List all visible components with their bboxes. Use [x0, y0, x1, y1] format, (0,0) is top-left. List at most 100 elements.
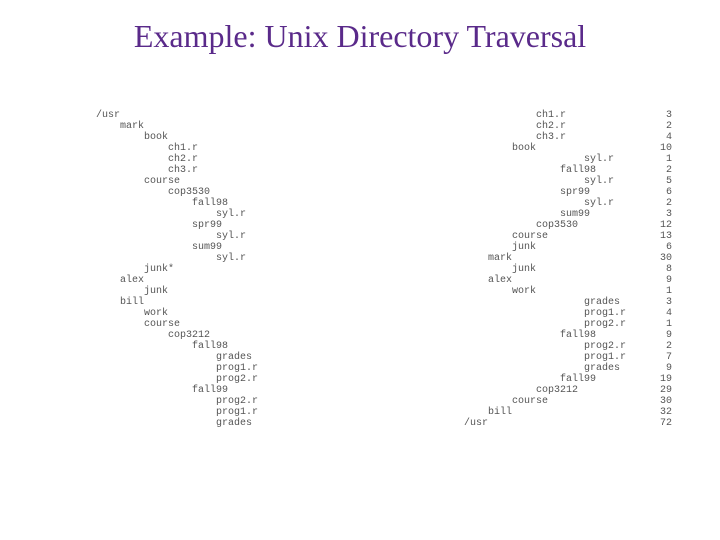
size-row: ch3.r4: [416, 132, 676, 143]
directory-tree-left: /usr mark book ch1.r ch2.r ch3.r course …: [96, 110, 356, 429]
size-row: grades 9: [416, 363, 676, 374]
size-row: bill32: [416, 407, 676, 418]
entry-name: work: [416, 286, 536, 297]
entry-size: 29: [648, 385, 676, 396]
entry-name: prog1.r: [416, 308, 626, 319]
size-row: fall98 9: [416, 330, 676, 341]
tree-line: grades: [96, 418, 356, 429]
entry-name: ch2.r: [416, 121, 566, 132]
tree-line: mark: [96, 121, 356, 132]
entry-name: fall98: [416, 165, 596, 176]
entry-name: grades: [416, 297, 620, 308]
size-row: fall98 2: [416, 165, 676, 176]
size-row: prog1.r7: [416, 352, 676, 363]
entry-name: grades: [416, 363, 620, 374]
tree-line: prog1.r: [96, 363, 356, 374]
directory-tree-right: ch1.r3 ch2.r2 ch3.r4 book10 syl.r1 fall9…: [416, 110, 676, 429]
tree-line: junk*: [96, 264, 356, 275]
size-row: fall99 19: [416, 374, 676, 385]
tree-line: syl.r: [96, 231, 356, 242]
tree-line: cop3212: [96, 330, 356, 341]
slide-title: Example: Unix Directory Traversal: [0, 0, 720, 55]
entry-name: syl.r: [416, 198, 614, 209]
entry-size: 6: [648, 187, 676, 198]
entry-name: ch3.r: [416, 132, 566, 143]
entry-name: alex: [416, 275, 512, 286]
entry-size: 4: [648, 308, 676, 319]
tree-line: /usr: [96, 110, 356, 121]
entry-size: 32: [648, 407, 676, 418]
entry-size: 5: [648, 176, 676, 187]
entry-size: 12: [648, 220, 676, 231]
tree-line: fall99: [96, 385, 356, 396]
size-row: book 10: [416, 143, 676, 154]
entry-name: /usr: [416, 418, 488, 429]
size-row: prog1.r 4: [416, 308, 676, 319]
entry-size: 9: [648, 363, 676, 374]
size-row: prog2.r 2: [416, 341, 676, 352]
tree-line: cop3530: [96, 187, 356, 198]
tree-line: fall98: [96, 198, 356, 209]
tree-line: bill: [96, 297, 356, 308]
tree-line: fall98: [96, 341, 356, 352]
entry-name: course: [416, 396, 548, 407]
entry-name: fall98: [416, 330, 596, 341]
tree-line: course: [96, 319, 356, 330]
size-row: syl.r 1: [416, 154, 676, 165]
entry-name: course: [416, 231, 548, 242]
tree-line: spr99: [96, 220, 356, 231]
entry-size: 1: [648, 154, 676, 165]
size-row: cop3530 12: [416, 220, 676, 231]
size-row: prog2.r1: [416, 319, 676, 330]
entry-size: 8: [648, 264, 676, 275]
entry-size: 3: [648, 110, 676, 121]
size-row: mark 30: [416, 253, 676, 264]
entry-name: prog1.r: [416, 352, 626, 363]
size-row: spr996: [416, 187, 676, 198]
tree-line: work: [96, 308, 356, 319]
entry-size: 19: [648, 374, 676, 385]
entry-name: mark: [416, 253, 512, 264]
entry-size: 13: [648, 231, 676, 242]
size-row: syl.r 5: [416, 176, 676, 187]
size-row: syl.r 2: [416, 198, 676, 209]
tree-line: prog2.r: [96, 374, 356, 385]
entry-name: book: [416, 143, 536, 154]
entry-name: junk: [416, 264, 536, 275]
tree-line: alex: [96, 275, 356, 286]
entry-name: fall99: [416, 374, 596, 385]
entry-size: 2: [648, 341, 676, 352]
tree-line: course: [96, 176, 356, 187]
entry-name: prog2.r: [416, 341, 626, 352]
entry-name: syl.r: [416, 154, 614, 165]
entry-name: ch1.r: [416, 110, 566, 121]
entry-name: prog2.r: [416, 319, 626, 330]
entry-size: 30: [648, 253, 676, 264]
content: /usr mark book ch1.r ch2.r ch3.r course …: [0, 110, 720, 429]
entry-name: sum99: [416, 209, 590, 220]
tree-line: prog2.r: [96, 396, 356, 407]
entry-size: 2: [648, 165, 676, 176]
entry-size: 6: [648, 242, 676, 253]
tree-line: ch3.r: [96, 165, 356, 176]
entry-size: 10: [648, 143, 676, 154]
tree-line: sum99: [96, 242, 356, 253]
tree-line: junk: [96, 286, 356, 297]
tree-line: syl.r: [96, 209, 356, 220]
size-row: ch1.r 3: [416, 110, 676, 121]
entry-size: 9: [648, 330, 676, 341]
entry-name: cop3530: [416, 220, 578, 231]
entry-size: 72: [648, 418, 676, 429]
entry-name: junk: [416, 242, 536, 253]
tree-line: grades: [96, 352, 356, 363]
size-row: ch2.r2: [416, 121, 676, 132]
size-row: junk 6: [416, 242, 676, 253]
entry-name: syl.r: [416, 176, 614, 187]
size-row: sum993: [416, 209, 676, 220]
tree-line: syl.r: [96, 253, 356, 264]
entry-size: 30: [648, 396, 676, 407]
size-row: alex9: [416, 275, 676, 286]
entry-size: 2: [648, 198, 676, 209]
entry-size: 1: [648, 286, 676, 297]
size-row: work 1: [416, 286, 676, 297]
